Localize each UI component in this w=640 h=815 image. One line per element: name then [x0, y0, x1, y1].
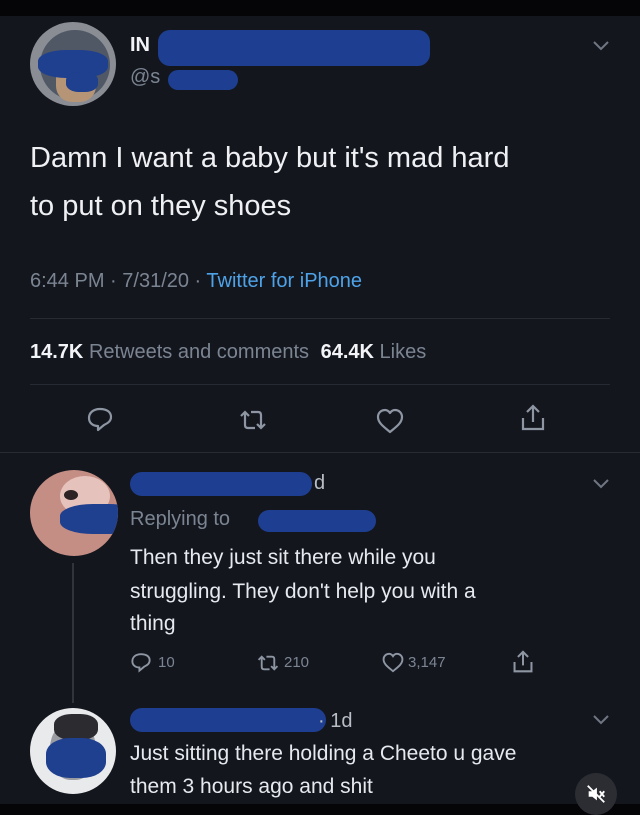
reply-count: 10: [158, 654, 175, 671]
mute-icon: [587, 785, 605, 803]
reply-author-avatar[interactable]: [30, 708, 116, 794]
share-icon[interactable]: [520, 404, 546, 432]
name-redaction: [158, 30, 430, 66]
mute-button[interactable]: [575, 773, 617, 815]
replying-to-label: Replying to: [130, 508, 231, 530]
meta-separator: ·: [104, 270, 123, 292]
divider: [30, 318, 610, 319]
retweet-icon[interactable]: [256, 652, 280, 674]
tweet-client[interactable]: Twitter for iPhone: [206, 270, 362, 292]
reply-author-name-suffix[interactable]: d: [314, 472, 325, 495]
name-redaction: [130, 472, 312, 496]
divider: [0, 452, 640, 453]
reply-text-line1: Then they just sit there while you: [130, 546, 436, 569]
tweet-time: 6:44 PM: [30, 270, 105, 292]
handle-redaction: [258, 510, 376, 532]
tweet-text-line2: to put on they shoes: [30, 190, 292, 222]
retweet-count: 210: [284, 654, 310, 671]
likes-count[interactable]: 64.4K: [321, 341, 374, 363]
tweet-author-name[interactable]: IN: [130, 34, 150, 57]
reply-author-avatar[interactable]: [30, 470, 118, 556]
reply-text-line2: struggling. They don't help you with a: [130, 580, 476, 603]
chevron-down-icon[interactable]: [592, 40, 610, 52]
reply-text-line2: them 3 hours ago and shit: [130, 775, 373, 798]
name-redaction: [130, 708, 326, 732]
tweet-text-line1: Damn I want a baby but it's mad hard: [30, 142, 510, 174]
share-icon[interactable]: [512, 650, 534, 674]
reply-text-line3: thing: [130, 612, 176, 635]
meta-separator: ·: [189, 270, 207, 292]
retweet-icon[interactable]: [238, 406, 268, 434]
reply-icon[interactable]: [130, 651, 152, 673]
like-icon[interactable]: [376, 408, 404, 434]
tweet-date: 7/31/20: [122, 270, 189, 292]
chevron-down-icon[interactable]: [592, 478, 610, 490]
chevron-down-icon[interactable]: [592, 714, 610, 726]
retweets-label[interactable]: Retweets and comments: [89, 341, 309, 363]
retweets-count[interactable]: 14.7K: [30, 341, 83, 363]
thread-line: [72, 563, 74, 703]
like-icon[interactable]: [382, 652, 404, 673]
handle-redaction: [168, 70, 238, 90]
tweet-meta: 6:44 PM · 7/31/20 · Twitter for iPhone: [30, 270, 362, 293]
tweet-author-handle[interactable]: @s: [130, 66, 160, 89]
like-count: 3,147: [408, 654, 446, 671]
bottom-bar: [0, 804, 640, 815]
reply-time: · 1d: [318, 710, 353, 732]
divider: [30, 384, 610, 385]
likes-label[interactable]: Likes: [380, 341, 427, 363]
tweet-author-avatar[interactable]: [30, 22, 116, 106]
tweet-stats: 14.7K Retweets and comments 64.4K Likes: [30, 341, 426, 364]
top-bar: [0, 0, 640, 16]
reply-icon[interactable]: [86, 405, 114, 433]
reply-text-line1: Just sitting there holding a Cheeto u ga…: [130, 742, 517, 765]
